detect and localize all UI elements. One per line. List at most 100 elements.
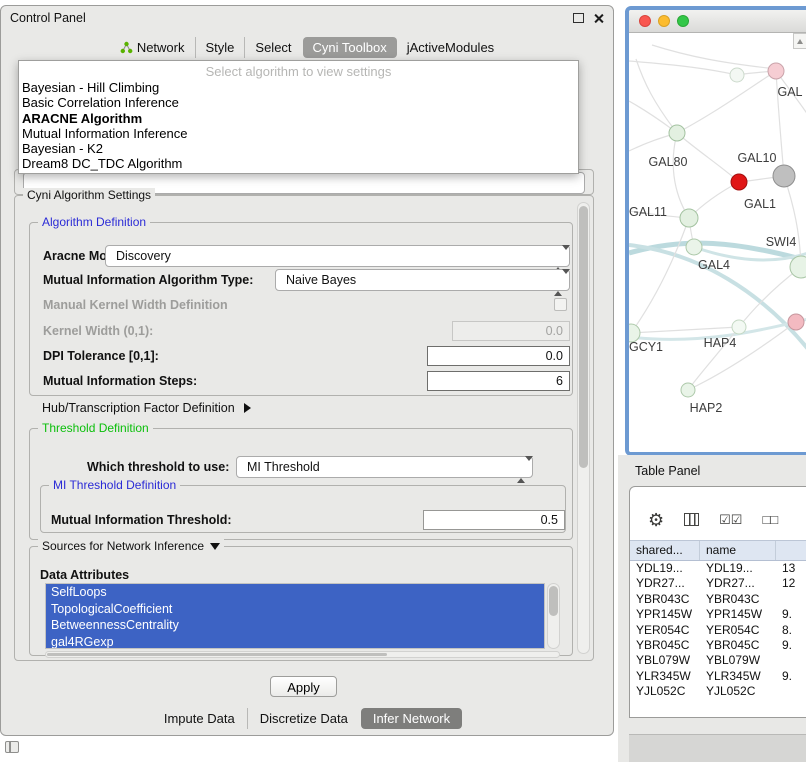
- close-window-icon[interactable]: [593, 13, 604, 24]
- network-edge[interactable]: [629, 61, 737, 75]
- apply-button[interactable]: Apply: [270, 676, 337, 697]
- algorithm-definition-group: Algorithm Definition Aracne Mode: Discov…: [29, 222, 573, 396]
- table-cell: YDL19...: [700, 561, 776, 576]
- tab-cyni-toolbox[interactable]: Cyni Toolbox: [303, 37, 397, 58]
- attribute-item[interactable]: BetweennessCentrality: [46, 617, 544, 634]
- network-edge[interactable]: [629, 101, 677, 133]
- kernel-width-field[interactable]: 0.0: [452, 321, 570, 341]
- table-row[interactable]: YBR043CYBR043C: [630, 592, 806, 607]
- network-edge[interactable]: [677, 71, 776, 133]
- tab-discretize-data[interactable]: Discretize Data: [247, 708, 360, 729]
- algorithm-option[interactable]: Bayesian - K2: [19, 141, 578, 156]
- network-edge[interactable]: [631, 218, 689, 333]
- table-cell: YDR27...: [630, 576, 700, 591]
- network-tab-icon: [120, 41, 133, 54]
- algorithm-option[interactable]: Mutual Information Inference: [19, 126, 578, 141]
- tab-network[interactable]: Network: [110, 37, 195, 58]
- deselect-all-checkboxes-icon[interactable]: □□: [762, 513, 778, 527]
- node-label: HAP2: [690, 401, 723, 415]
- table-cell: YDL19...: [630, 561, 700, 576]
- attributes-hscrollbar[interactable]: [45, 651, 560, 658]
- network-edge[interactable]: [673, 133, 689, 218]
- algorithm-option[interactable]: Bayesian - Hill Climbing: [19, 80, 578, 95]
- attributes-vscrollbar-thumb[interactable]: [549, 586, 558, 616]
- manual-kernel-width-checkbox[interactable]: [554, 298, 567, 311]
- network-node[interactable]: [788, 314, 804, 330]
- gear-icon[interactable]: ⚙: [648, 511, 664, 529]
- column-header[interactable]: shared...: [630, 541, 700, 560]
- mi-type-combobox[interactable]: Naive Bayes: [275, 269, 570, 291]
- settings-scrollbar-thumb[interactable]: [579, 206, 588, 468]
- stepper-arrows-icon: [554, 274, 563, 292]
- table-row[interactable]: YDR27...YDR27...12: [630, 576, 806, 591]
- collapsed-panel-strip: [629, 734, 806, 762]
- columns-icon[interactable]: [684, 513, 699, 526]
- aracne-mode-combobox[interactable]: Discovery: [105, 245, 570, 267]
- mi-threshold-field[interactable]: 0.5: [423, 510, 565, 530]
- network-node[interactable]: [686, 239, 702, 255]
- table-cell: YBR043C: [630, 592, 700, 607]
- control-panel-window: Control Panel Network Style Select Cyni …: [0, 5, 614, 736]
- attributes-vscrollbar[interactable]: [547, 583, 560, 649]
- table-row[interactable]: YBR045CYBR045C9.: [630, 638, 806, 653]
- threshold-definition-group: Threshold Definition Which threshold to …: [29, 428, 573, 540]
- network-node[interactable]: [680, 209, 698, 227]
- sources-group: Sources for Network Inference Data Attri…: [29, 546, 573, 656]
- table-cell: [776, 592, 806, 607]
- table-cell: YLR345W: [700, 669, 776, 684]
- tab-label: Impute Data: [164, 711, 235, 726]
- settings-scrollbar[interactable]: [577, 202, 590, 654]
- table-row[interactable]: YJL052CYJL052C: [630, 684, 806, 699]
- algorithm-option[interactable]: Dream8 DC_TDC Algorithm: [19, 156, 578, 171]
- column-header[interactable]: name: [700, 541, 776, 560]
- hub-definition-expander[interactable]: Hub/Transcription Factor Definition: [42, 401, 251, 415]
- table-row[interactable]: YDL19...YDL19...13: [630, 561, 806, 576]
- attributes-hscrollbar-thumb[interactable]: [47, 653, 387, 656]
- node-label: GAL11: [629, 205, 667, 219]
- network-node[interactable]: [669, 125, 685, 141]
- node-label: HAP4: [704, 336, 737, 350]
- network-scrollbar-up-button[interactable]: [793, 33, 806, 49]
- algorithm-option[interactable]: Basic Correlation Inference: [19, 95, 578, 110]
- column-header[interactable]: [776, 541, 806, 560]
- select-all-checkboxes-icon[interactable]: ☑☑: [719, 513, 742, 527]
- close-traffic-light[interactable]: [639, 15, 651, 27]
- tab-label: Infer Network: [373, 711, 450, 726]
- settings-group-title: Cyni Algorithm Settings: [23, 188, 155, 203]
- tab-style[interactable]: Style: [195, 37, 245, 58]
- tab-impute-data[interactable]: Impute Data: [152, 708, 247, 729]
- network-canvas[interactable]: GALGAL80GAL10GAL1GAL11SWI4GAL4GCY1HAP4HA…: [629, 33, 806, 452]
- zoom-traffic-light[interactable]: [677, 15, 689, 27]
- algorithm-option[interactable]: ARACNE Algorithm: [19, 111, 578, 126]
- panel-dock-icon[interactable]: [5, 741, 19, 753]
- float-window-icon[interactable]: [573, 13, 584, 23]
- network-edge[interactable]: [636, 59, 677, 133]
- which-threshold-combobox[interactable]: MI Threshold: [236, 456, 533, 478]
- tab-label: Select: [255, 40, 291, 55]
- attribute-item[interactable]: TopologicalCoefficient: [46, 601, 544, 618]
- attribute-item[interactable]: SelfLoops: [46, 584, 544, 601]
- mi-type-value: Naive Bayes: [276, 270, 569, 290]
- table-row[interactable]: YER054CYER054C8.: [630, 623, 806, 638]
- tab-select[interactable]: Select: [244, 37, 301, 58]
- tab-jactivemodules[interactable]: jActiveModules: [397, 37, 504, 58]
- network-node[interactable]: [731, 174, 747, 190]
- table-panel-window: ⚙ ☑☑ □□ shared...name YDL19...YDL19...13…: [629, 486, 806, 718]
- minimize-traffic-light[interactable]: [658, 15, 670, 27]
- network-node[interactable]: [730, 68, 744, 82]
- mi-type-label: Mutual Information Algorithm Type:: [43, 272, 253, 288]
- mi-steps-field[interactable]: 6: [427, 371, 570, 391]
- network-edge[interactable]: [631, 327, 739, 333]
- network-node[interactable]: [681, 383, 695, 397]
- table-row[interactable]: YLR345WYLR345W9.: [630, 669, 806, 684]
- network-node[interactable]: [768, 63, 784, 79]
- sources-title[interactable]: Sources for Network Inference: [38, 539, 224, 554]
- table-row[interactable]: YPR145WYPR145W9.: [630, 607, 806, 622]
- attribute-item[interactable]: gal4RGexp: [46, 634, 544, 650]
- table-row[interactable]: YBL079WYBL079W: [630, 653, 806, 668]
- tab-infer-network[interactable]: Infer Network: [361, 708, 462, 729]
- network-node[interactable]: [732, 320, 746, 334]
- dpi-tolerance-field[interactable]: 0.0: [427, 346, 570, 366]
- which-threshold-value: MI Threshold: [237, 457, 532, 477]
- network-node[interactable]: [773, 165, 795, 187]
